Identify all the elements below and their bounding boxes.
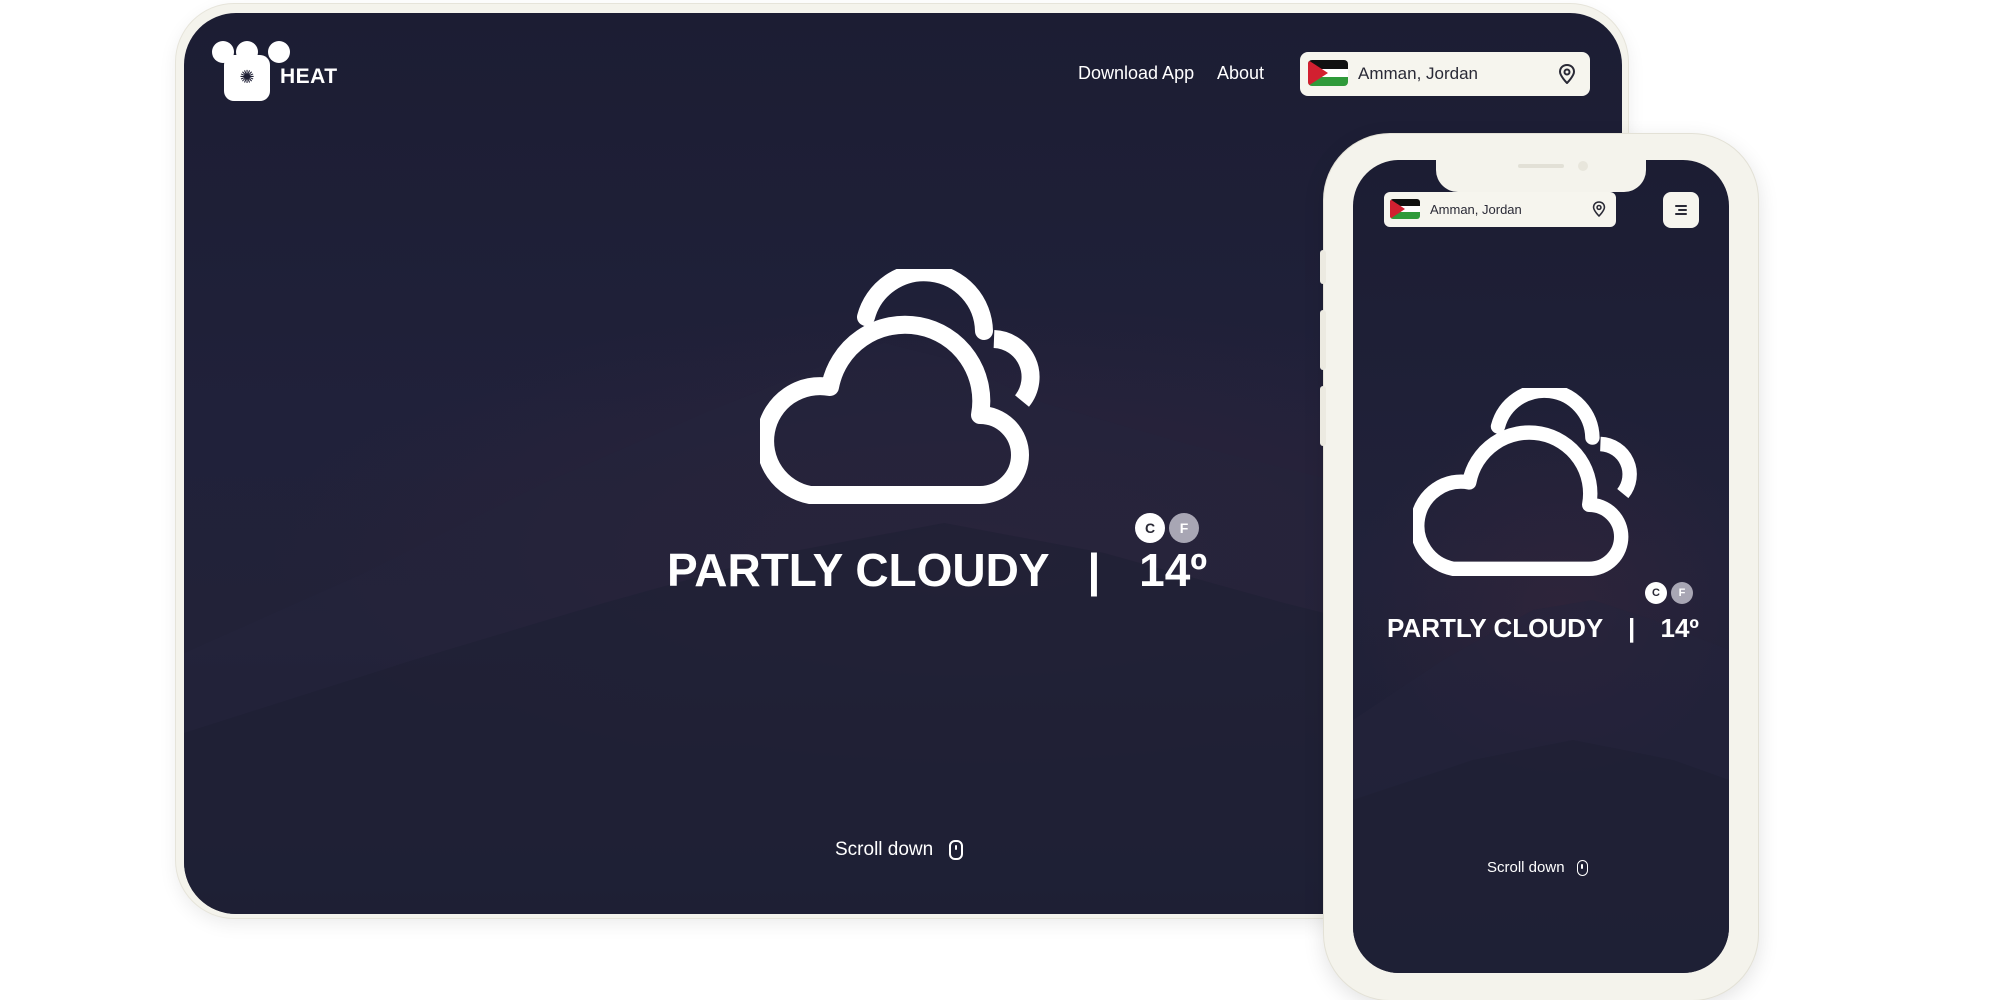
phone-speaker bbox=[1518, 164, 1564, 168]
jordan-flag-icon bbox=[1308, 60, 1348, 86]
unit-toggle-fahrenheit-mobile[interactable]: F bbox=[1671, 582, 1693, 604]
mouse-icon bbox=[949, 840, 964, 860]
partly-cloudy-icon bbox=[760, 269, 1040, 504]
condition-text: PARTLY CLOUDY bbox=[667, 544, 1049, 596]
logo-box: ✺ bbox=[224, 55, 270, 101]
brand-logo[interactable]: ✺ HEAT bbox=[212, 41, 352, 111]
nav-link-download-app[interactable]: Download App bbox=[1078, 63, 1194, 84]
brand-name: HEAT bbox=[280, 65, 338, 88]
partly-cloudy-icon bbox=[1413, 388, 1637, 576]
phone-side-button bbox=[1320, 250, 1326, 284]
sun-icon: ✺ bbox=[239, 67, 255, 88]
location-selector-mobile[interactable]: Amman, Jordan bbox=[1384, 192, 1616, 227]
phone-volume-up bbox=[1320, 310, 1326, 370]
mouse-icon bbox=[1576, 859, 1588, 876]
hamburger-menu-icon bbox=[1675, 203, 1687, 217]
separator: | bbox=[1627, 613, 1636, 643]
location-selector[interactable]: Amman, Jordan bbox=[1300, 52, 1590, 96]
temperature-text: 14º bbox=[1660, 613, 1699, 643]
scroll-down-hint[interactable]: Scroll down bbox=[835, 839, 964, 861]
phone-volume-down bbox=[1320, 386, 1326, 446]
unit-toggle-celsius[interactable]: C bbox=[1135, 513, 1165, 543]
logo-ear-right bbox=[268, 41, 290, 63]
weather-condition-line: PARTLY CLOUDY | 14º bbox=[667, 543, 1207, 597]
phone-screen: Amman, Jordan C F PARTLY CLOUDY | 14º Sc… bbox=[1353, 160, 1729, 973]
location-text: Amman, Jordan bbox=[1358, 64, 1478, 83]
separator: | bbox=[1087, 544, 1101, 596]
weather-condition-line-mobile: PARTLY CLOUDY | 14º bbox=[1387, 613, 1699, 644]
scroll-label: Scroll down bbox=[1487, 859, 1565, 876]
unit-toggle-celsius-mobile[interactable]: C bbox=[1645, 582, 1667, 604]
location-pin-icon[interactable] bbox=[1592, 201, 1606, 217]
hamburger-menu-button[interactable] bbox=[1663, 192, 1699, 228]
nav-link-about[interactable]: About bbox=[1217, 63, 1264, 84]
location-pin-icon[interactable] bbox=[1558, 64, 1576, 84]
temperature-text: 14º bbox=[1139, 544, 1208, 596]
scroll-label: Scroll down bbox=[835, 839, 934, 860]
unit-toggle-fahrenheit[interactable]: F bbox=[1169, 513, 1199, 543]
phone-camera bbox=[1578, 161, 1588, 171]
jordan-flag-icon bbox=[1390, 199, 1420, 219]
location-text-mobile: Amman, Jordan bbox=[1430, 202, 1522, 217]
scroll-down-hint-mobile[interactable]: Scroll down bbox=[1487, 859, 1588, 876]
condition-text: PARTLY CLOUDY bbox=[1387, 613, 1603, 643]
